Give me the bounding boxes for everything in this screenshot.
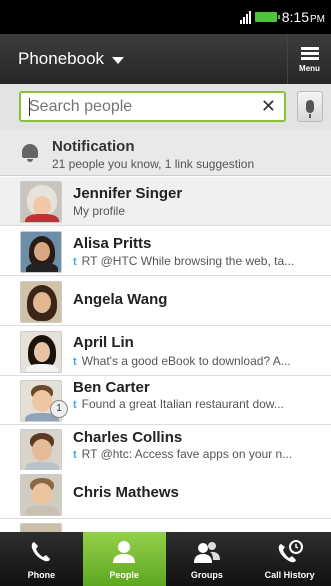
tab-label: Groups [190,570,223,580]
contact-row[interactable]: Chris Mathews [0,470,331,519]
dropdown-caret-icon[interactable] [112,56,125,64]
tab-phone[interactable]: Phone [0,532,83,586]
phonebook-dropdown-label[interactable]: Phonebook [18,49,104,69]
avatar [20,181,62,223]
menu-label: Menu [299,64,320,73]
twitter-icon: t [73,256,77,268]
tab-people[interactable]: People [82,532,166,586]
contact-name: Angela Wang [73,291,168,308]
contact-subtitle: My profile [73,204,126,218]
battery-icon [254,12,280,22]
clock: 8:15PM [281,9,325,25]
tab-call-history[interactable]: Call History [248,532,331,586]
menu-icon [300,45,319,62]
avatar [20,474,62,516]
avatar [20,231,62,273]
notification-row[interactable]: Notification 21 people you know, 1 link … [0,130,331,176]
tab-label: Phone [27,570,56,580]
microphone-icon [306,100,314,118]
contact-subtitle: t RT @htc: Access fave apps on your n... [73,447,293,461]
contact-row[interactable]: Angela Wang [0,277,331,326]
app-header: Phonebook Menu [0,34,331,84]
status-bar: 8:15PM [0,0,331,34]
twitter-icon: t [73,449,77,461]
signal-icon [239,10,251,24]
bell-icon [22,144,38,162]
person-icon [113,541,136,563]
call-history-icon [278,540,303,563]
search-input[interactable] [29,97,249,116]
search-box[interactable]: ✕ [19,91,286,122]
avatar [20,281,62,323]
contact-subtitle: t RT @HTC While browsing the web, ta... [73,254,295,268]
avatar [20,429,62,471]
clear-search-icon[interactable]: ✕ [261,96,276,117]
contact-subtitle: t Found a great Italian restaurant dow... [73,397,284,411]
twitter-icon: t [73,399,77,411]
bottom-tab-bar: Phone People Groups Call History [0,532,331,586]
contact-name: April Lin [73,334,134,351]
contact-row[interactable]: Charles Collins t RT @htc: Access fave ap… [0,425,331,474]
notification-title: Notification [52,138,135,155]
contact-name: Jennifer Singer [73,185,183,202]
tab-groups[interactable]: Groups [166,532,249,586]
contact-name: Alisa Pritts [73,235,152,252]
contact-name: Charles Collins [73,429,183,446]
group-icon [193,542,220,563]
voice-search-button[interactable] [297,91,323,122]
phone-icon [32,542,51,562]
contact-row[interactable]: April Lin t What's a good eBook to downlo… [0,327,331,376]
text-cursor [29,98,30,116]
contact-name: Chris Mathews [73,484,179,501]
contact-subtitle: t What's a good eBook to download? A... [73,354,291,368]
contact-row[interactable]: 1 Ben Carter t Found a great Italian rest… [0,376,331,425]
contact-row[interactable]: Alisa Pritts t RT @HTC While browsing the… [0,227,331,276]
contact-name: Ben Carter [73,379,150,396]
tab-label: Call History [264,570,315,580]
contact-row-profile[interactable]: Jennifer Singer My profile [0,177,331,226]
notification-count-badge: 1 [50,400,68,418]
menu-button[interactable]: Menu [287,34,331,84]
contact-row-partial[interactable] [0,519,331,536]
twitter-icon: t [73,356,77,368]
tab-label: People [109,570,139,580]
avatar [20,331,62,373]
search-area: ✕ [0,84,331,130]
notification-subtitle: 21 people you know, 1 link suggestion [52,157,255,171]
